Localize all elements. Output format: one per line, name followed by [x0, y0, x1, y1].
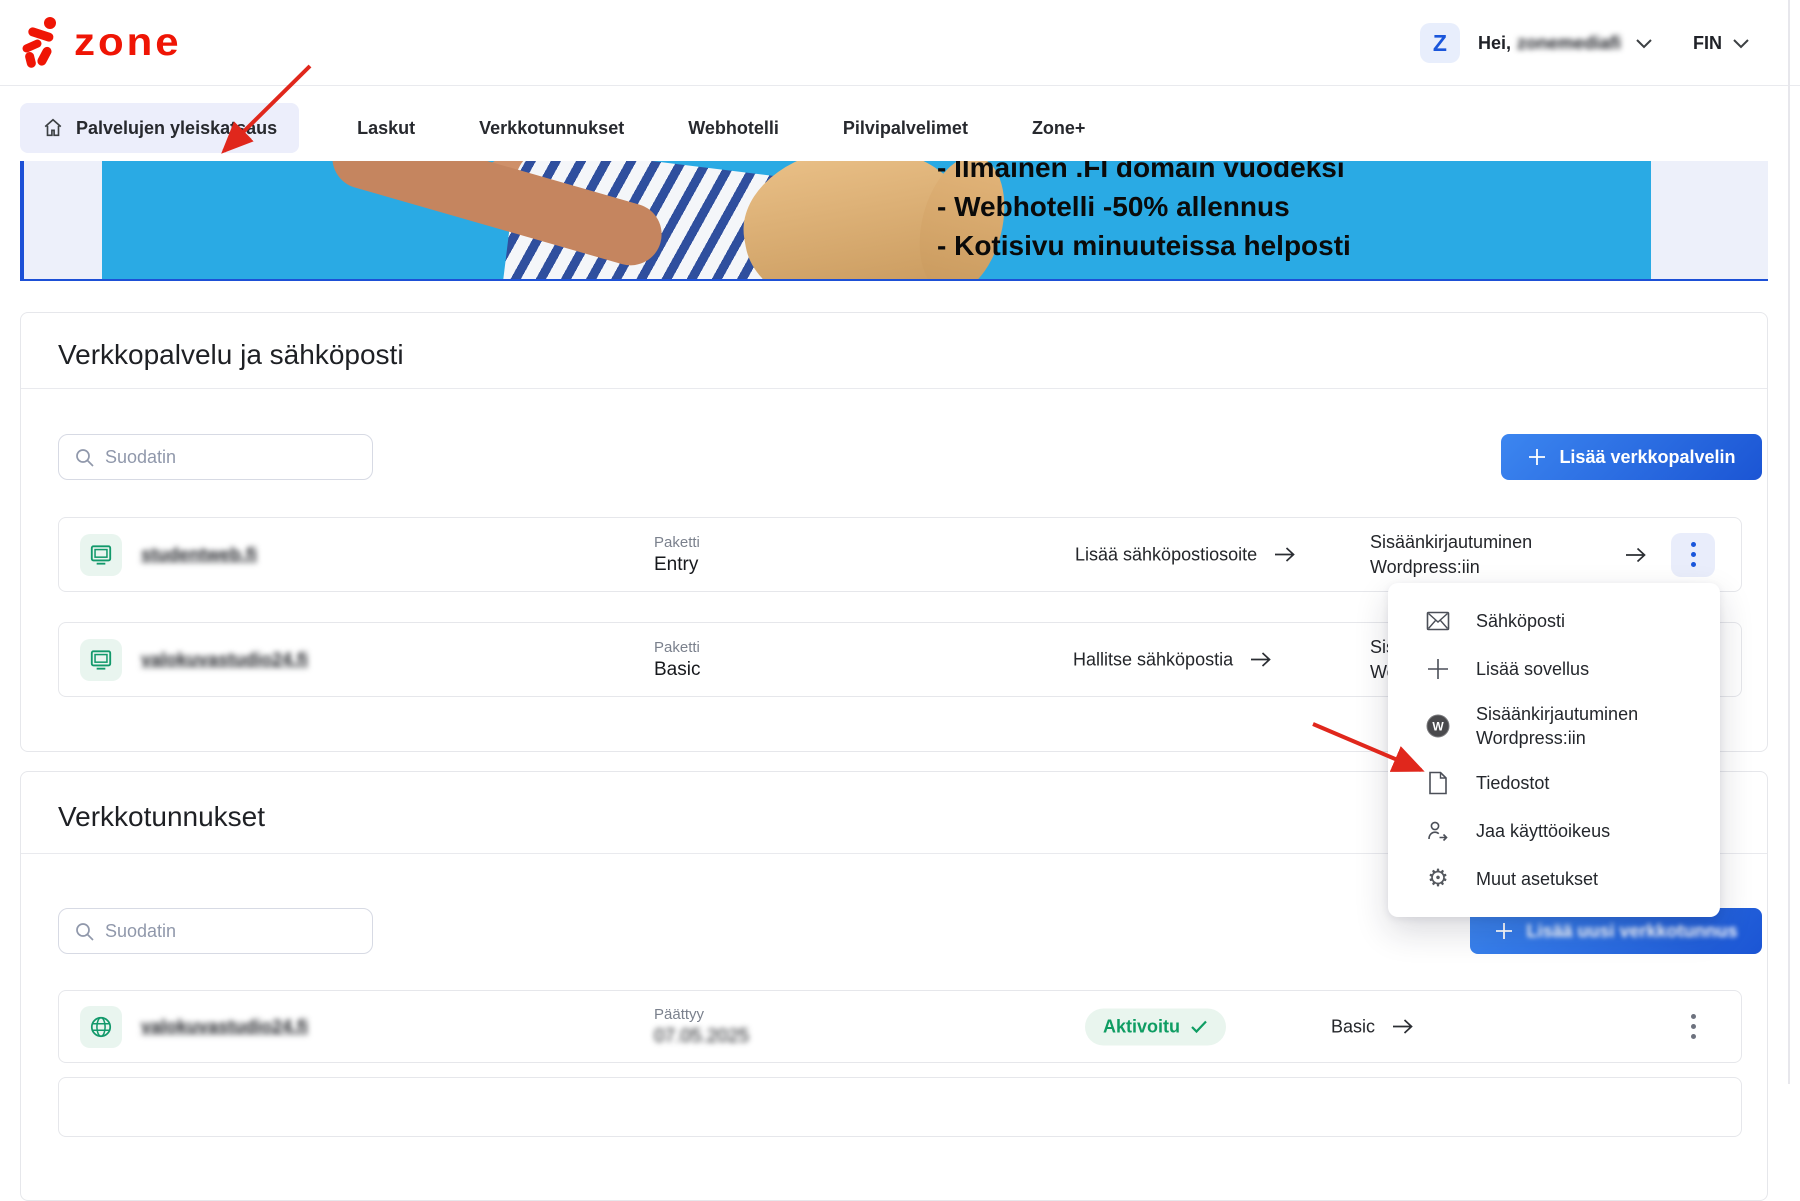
gear-icon: ⚙: [1424, 867, 1452, 891]
nav-item-pilvipalvelimet[interactable]: Pilvipalvelimet: [837, 104, 974, 153]
menu-item-label: Jaa käyttöoikeus: [1476, 819, 1610, 843]
file-icon: [1424, 771, 1452, 795]
package-value: Basic: [654, 659, 700, 681]
avatar[interactable]: Z: [1420, 23, 1460, 63]
menu-item-label: Sisäänkirjautuminen Wordpress:iin: [1476, 702, 1666, 750]
nav-item-verkkotunnukset[interactable]: Verkkotunnukset: [473, 104, 630, 153]
domains-filter: [58, 908, 373, 954]
menu-item-share-access[interactable]: Jaa käyttöoikeus: [1388, 807, 1720, 855]
share-user-icon: [1424, 819, 1452, 843]
nav-item-laskut[interactable]: Laskut: [351, 104, 421, 153]
globe-icon: [80, 1006, 122, 1048]
main-nav: Palvelujen yleiskatsaus Laskut Verkkotun…: [20, 103, 1091, 153]
domain-row-valokuvastudio: valokuvastudio24.fi Päättyy 07.05.2025 A…: [58, 990, 1742, 1063]
domains-filter-input[interactable]: [105, 909, 360, 953]
expires-date: 07.05.2025: [654, 1026, 749, 1048]
user-menu[interactable]: Hei, zonemediafi: [1478, 33, 1653, 54]
monitor-icon: [80, 639, 122, 681]
menu-item-wordpress-login[interactable]: W Sisäänkirjautuminen Wordpress:iin: [1388, 693, 1720, 759]
greeting-prefix: Hei,: [1478, 33, 1511, 54]
status-label: Aktivoitu: [1103, 1016, 1180, 1037]
wordpress-icon: W: [1424, 713, 1452, 739]
status-badge: Aktivoitu: [1085, 1008, 1226, 1045]
search-icon: [74, 447, 96, 469]
nav-item-zone-plus[interactable]: Zone+: [1026, 104, 1092, 153]
runner-icon: [20, 16, 64, 68]
domain-package-link[interactable]: Basic: [1331, 1016, 1415, 1037]
arrow-right-icon: [1273, 546, 1297, 564]
domain-row-partial: [58, 1077, 1742, 1137]
arrow-right-icon[interactable]: [1624, 546, 1648, 564]
domain-link[interactable]: valokuvastudio24.fi: [141, 649, 308, 670]
domain-link[interactable]: studentweb.fi: [141, 544, 257, 565]
add-email-label: Lisää sähköpostiosoite: [1075, 544, 1257, 565]
promo-line: - Ilmainen .FI domain vuodeksi: [937, 161, 1351, 187]
expires-cell: Päättyy 07.05.2025: [654, 1006, 749, 1048]
row-menu-button[interactable]: [1671, 1005, 1715, 1049]
promo-line: - Kotisivu minuuteissa helposti: [937, 226, 1351, 265]
menu-item-files[interactable]: Tiedostot: [1388, 759, 1720, 807]
plus-icon: [1527, 447, 1547, 467]
add-email-link[interactable]: Lisää sähköpostiosoite: [1075, 544, 1297, 565]
scrollbar[interactable]: [1788, 0, 1790, 1084]
arrow-right-icon: [1391, 1018, 1415, 1036]
menu-item-other-settings[interactable]: ⚙ Muut asetukset: [1388, 855, 1720, 903]
nav-item-label: Palvelujen yleiskatsaus: [76, 118, 277, 139]
add-web-server-button[interactable]: Lisää verkkopalvelin: [1501, 434, 1762, 480]
arrow-right-icon: [1249, 651, 1273, 669]
monitor-icon: [80, 534, 122, 576]
nav-item-palvelujen-yleiskatsaus[interactable]: Palvelujen yleiskatsaus: [20, 103, 299, 153]
home-icon: [42, 117, 64, 139]
manage-email-label: Hallitse sähköpostia: [1073, 649, 1233, 670]
promo-line: - Webhotelli -50% allennus: [937, 187, 1351, 226]
chevron-down-icon: [1732, 38, 1750, 49]
search-icon: [74, 921, 96, 943]
plus-icon: [1494, 921, 1514, 941]
check-icon: [1190, 1020, 1208, 1034]
domain-link[interactable]: valokuvastudio24.fi: [141, 1016, 308, 1037]
menu-item-label: Sähköposti: [1476, 609, 1565, 633]
row-context-menu: Sähköposti Lisää sovellus W Sisäänkirjau…: [1388, 583, 1720, 917]
services-filter: [58, 434, 373, 480]
menu-item-email[interactable]: Sähköposti: [1388, 597, 1720, 645]
nav-item-webhotelli[interactable]: Webhotelli: [682, 104, 785, 153]
menu-item-label: Lisää sovellus: [1476, 657, 1589, 681]
promo-banner-text: - Ilmainen .FI domain vuodeksi - Webhote…: [937, 161, 1351, 265]
package-cell: Paketti Entry: [654, 534, 700, 576]
package-label: Paketti: [654, 639, 700, 656]
username: zonemediafi: [1517, 33, 1621, 54]
top-header: zone Z Hei, zonemediafi FIN: [0, 0, 1800, 86]
manage-email-link[interactable]: Hallitse sähköpostia: [1073, 649, 1273, 670]
menu-item-label: Muut asetukset: [1476, 867, 1598, 891]
wordpress-login-link[interactable]: Sisäänkirjautuminen Wordpress:iin: [1370, 530, 1585, 580]
promo-banner[interactable]: - Ilmainen .FI domain vuodeksi - Webhote…: [20, 161, 1768, 281]
language-selector[interactable]: FIN: [1693, 33, 1750, 54]
add-domain-label: Lisää uusi verkkotunnus: [1526, 921, 1737, 942]
row-menu-button[interactable]: [1671, 533, 1715, 577]
logo-wordmark: zone: [74, 23, 182, 62]
language-label: FIN: [1693, 33, 1722, 54]
services-filter-input[interactable]: [105, 435, 360, 479]
domain-package-label: Basic: [1331, 1016, 1375, 1037]
menu-item-add-app[interactable]: Lisää sovellus: [1388, 645, 1720, 693]
svg-text:W: W: [1432, 720, 1444, 734]
package-label: Paketti: [654, 534, 700, 551]
promo-banner-image: - Ilmainen .FI domain vuodeksi - Webhote…: [102, 161, 1651, 279]
plus-icon: [1424, 658, 1452, 680]
menu-item-label: Tiedostot: [1476, 771, 1549, 795]
zone-logo[interactable]: zone: [20, 16, 182, 68]
section-title-web-services: Verkkopalvelu ja sähköposti: [58, 339, 404, 371]
expires-label: Päättyy: [654, 1006, 749, 1023]
chevron-down-icon: [1635, 38, 1653, 49]
service-row-studentweb: studentweb.fi Paketti Entry Lisää sähköp…: [58, 517, 1742, 592]
add-web-server-label: Lisää verkkopalvelin: [1559, 447, 1735, 468]
package-cell: Paketti Basic: [654, 639, 700, 681]
package-value: Entry: [654, 554, 700, 576]
section-title-domains: Verkkotunnukset: [58, 801, 265, 833]
mail-icon: [1424, 611, 1452, 631]
